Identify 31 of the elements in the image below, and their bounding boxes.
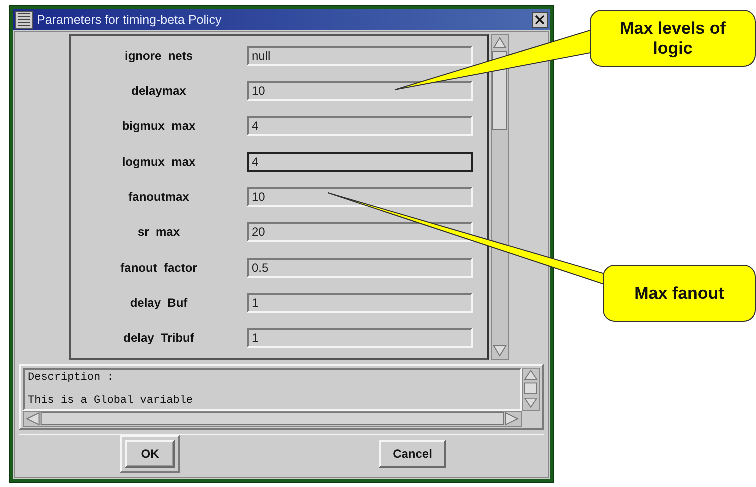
parameter-field[interactable]: 0.5 <box>247 258 473 278</box>
parameter-label: ignore_nets <box>124 48 194 63</box>
parameter-field[interactable]: 20 <box>247 222 473 242</box>
close-icon[interactable] <box>532 12 548 28</box>
parameter-label: delay_Buf <box>129 296 189 310</box>
description-vertical-scrollbar[interactable] <box>522 368 540 411</box>
parameter-field[interactable]: 4 <box>247 152 473 172</box>
parameter-field[interactable]: 4 <box>247 116 473 136</box>
parameter-field[interactable]: 1 <box>247 292 473 313</box>
callout-note: Max levels of logic <box>590 10 756 67</box>
parameter-label: delay_Tribuf <box>122 331 196 346</box>
parameter-label: delaymax <box>130 84 188 98</box>
cancel-button[interactable]: Cancel <box>379 440 446 468</box>
window-title: Parameters for timing-beta Policy <box>37 12 223 26</box>
parameter-label: sr_max <box>136 225 182 240</box>
description-heading: Description : <box>28 372 115 384</box>
parameter-field[interactable]: 10 <box>247 80 473 101</box>
vertical-scrollbar[interactable] <box>491 34 509 360</box>
horizontal-scrollbar[interactable] <box>23 411 522 427</box>
parameter-field[interactable]: 10 <box>247 186 473 207</box>
description-text-box[interactable]: Description : This is a Global variable <box>23 368 522 411</box>
parameter-label: fanout_factor <box>120 260 198 275</box>
description-text: This is a Global variable <box>28 395 194 407</box>
parameter-label: fanoutmax <box>128 190 190 204</box>
parameter-label: logmux_max <box>121 154 197 169</box>
callout-note: Max fanout <box>603 265 756 322</box>
parameter-field[interactable]: 1 <box>247 328 473 348</box>
parameter-label: bigmux_max <box>121 119 197 134</box>
parameter-field[interactable]: null <box>247 46 473 66</box>
window-menu-icon[interactable] <box>15 10 33 28</box>
ok-button[interactable]: OK <box>125 440 176 468</box>
